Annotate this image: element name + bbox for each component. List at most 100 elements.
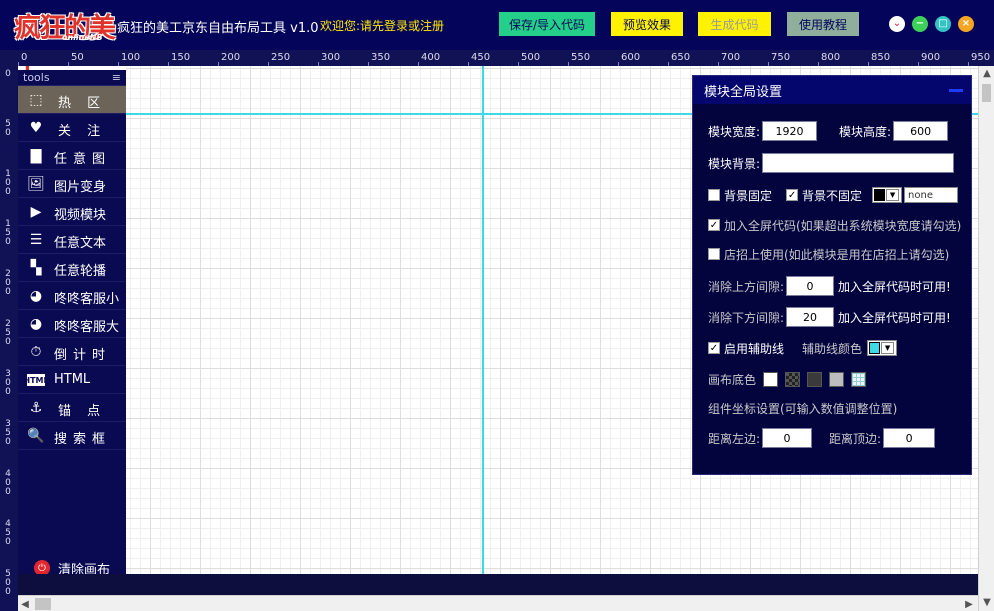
tool-item[interactable]: ◕ 咚咚客服大 xyxy=(18,310,126,338)
remove-top-gap-row: 消除上方间隙: 0 加入全屏代码时可用! xyxy=(708,275,951,297)
maximize-icon[interactable]: □ xyxy=(935,16,951,32)
ruler-tick-label: 950 xyxy=(971,52,991,63)
shop-sign-checkbox[interactable] xyxy=(708,248,720,260)
fullscreen-row: ✓ 加入全屏代码(如果超出系统模块宽度请勾选) xyxy=(708,214,961,236)
coord-row: 距离左边: 0 距离顶边: 0 xyxy=(708,427,936,449)
canvas-bg-swatch-dark[interactable] xyxy=(807,371,823,387)
panel-header: 模块全局设置 xyxy=(693,76,971,104)
width-input[interactable]: 1920 xyxy=(762,121,818,141)
canvas-bg-row: 画布底色 xyxy=(708,368,867,390)
canvas-bg-label: 画布底色 xyxy=(708,372,757,387)
canvas-bottom-bar xyxy=(18,574,978,595)
save-import-code-button[interactable]: 保存/导入代码 xyxy=(499,12,595,36)
guides-row: ✓ 启用辅助线 辅助线颜色 ▼ xyxy=(708,337,899,359)
tool-list: ⬚ 热 区 ♥ 关 注 ▇ 任意图 🖼 图片变身 ▶ 视频模块 ☰ 任意文本 ▚ 任意轮播 ◕ 咚咚客服小 ◕ 咚… xyxy=(18,86,126,450)
canvas-bg-swatch-grid[interactable] xyxy=(851,371,867,387)
html-icon: HTML xyxy=(23,374,49,386)
scroll-down-icon[interactable]: ▼ xyxy=(979,595,994,609)
remove-bottom-gap-input[interactable]: 20 xyxy=(786,307,835,327)
preview-button[interactable]: 预览效果 xyxy=(611,12,683,36)
width-label: 模块宽度: xyxy=(708,124,761,139)
ruler-tick-label: 300 xyxy=(321,52,341,63)
welcome-login-link[interactable]: 欢迎您:请先登录或注册 xyxy=(320,17,444,34)
minimize-icon[interactable]: − xyxy=(912,16,928,32)
anchor-icon: ⚓ xyxy=(29,400,43,416)
vertical-scroll-thumb[interactable] xyxy=(982,84,991,102)
tool-item[interactable]: HTML HTML xyxy=(18,366,126,394)
tool-item[interactable]: ♥ 关 注 xyxy=(18,114,126,142)
chevron-down-icon: ▼ xyxy=(886,189,900,201)
tool-item[interactable]: ▚ 任意轮播 xyxy=(18,254,126,282)
tool-item-label: 视频模块 xyxy=(54,208,107,223)
tool-item-label: 任意轮播 xyxy=(54,264,107,279)
tool-item[interactable]: ▶ 视频模块 xyxy=(18,198,126,226)
background-fixed-row: 背景固定 ✓ 背景不固定 ▼ none xyxy=(708,184,959,206)
chevron-down-icon: ▼ xyxy=(881,342,895,354)
background-row: 模块背景: xyxy=(708,152,955,174)
collapse-icon[interactable]: ≡ xyxy=(112,71,121,84)
canvas-bg-swatch-gray[interactable] xyxy=(829,371,845,387)
tool-item[interactable]: ◕ 咚咚客服小 xyxy=(18,282,126,310)
ruler-tick-label: 550 xyxy=(571,52,591,63)
canvas-bg-swatch-checker[interactable] xyxy=(785,371,801,387)
ruler-tick-label: 350 xyxy=(371,52,391,63)
remove-top-gap-input[interactable]: 0 xyxy=(786,276,835,296)
scroll-up-icon[interactable]: ▲ xyxy=(979,66,994,80)
ruler-tick-label: 50 xyxy=(5,119,11,138)
tool-item[interactable]: ⬚ 热 区 xyxy=(18,86,126,114)
generate-code-button[interactable]: 生成代码 xyxy=(698,12,771,36)
ruler-tick-label: 650 xyxy=(671,52,691,63)
app-window: 疯狂的美工 onlineNB 疯狂的美工京东自由布局工具 v1.0 欢迎您:请先… xyxy=(0,0,994,611)
search-icon: 🔍 xyxy=(27,428,45,444)
tool-item[interactable]: ▇ 任意图 xyxy=(18,142,126,170)
top-input[interactable]: 0 xyxy=(883,428,936,448)
ruler-tick-label: 600 xyxy=(621,52,641,63)
tools-sidebar: tools ≡ ⬚ 热 区 ♥ 关 注 ▇ 任意图 🖼 图片变身 ▶ 视频模块 ☰ 任意文本 ▚ 任意轮播… xyxy=(18,70,126,582)
fullscreen-checkbox[interactable]: ✓ xyxy=(708,219,720,231)
tool-item[interactable]: 🖼 图片变身 xyxy=(18,170,126,198)
remove-top-gap-label: 消除上方间隙: xyxy=(708,279,785,294)
vertical-scrollbar[interactable]: ▲ ▼ xyxy=(978,66,994,611)
tool-item[interactable]: ⚓ 锚 点 xyxy=(18,394,126,422)
height-label: 模块高度: xyxy=(839,124,892,139)
canvas-bg-swatch-white[interactable] xyxy=(763,371,779,387)
scroll-left-icon[interactable]: ◀ xyxy=(18,596,32,611)
ruler-tick-label: 200 xyxy=(5,269,11,297)
tool-item-label: 任意图 xyxy=(54,152,112,167)
bg-unfixed-checkbox[interactable]: ✓ xyxy=(786,189,799,201)
vertical-ruler: 0 50 100 150 200 250 300 350 400 450 500 xyxy=(0,66,18,611)
bg-color-input[interactable]: none xyxy=(904,187,959,203)
tool-item-label: 搜索框 xyxy=(54,432,112,447)
ruler-tick-label: 150 xyxy=(171,52,191,63)
chevron-down-icon[interactable]: ⌄ xyxy=(889,16,905,32)
horizontal-scroll-thumb[interactable] xyxy=(35,598,51,610)
close-icon[interactable]: × xyxy=(958,16,974,32)
tutorial-button[interactable]: 使用教程 xyxy=(787,12,859,36)
ruler-tick-label: 400 xyxy=(421,52,441,63)
bg-fixed-checkbox[interactable] xyxy=(708,189,720,201)
tools-title: tools xyxy=(23,71,50,84)
ruler-tick-label: 350 xyxy=(5,419,11,447)
image-icon: ▇ xyxy=(30,148,42,164)
horizontal-scrollbar[interactable]: ◀ ▶ xyxy=(18,595,978,611)
top-label: 距离顶边: xyxy=(829,431,882,446)
tools-header: tools ≡ xyxy=(18,70,126,86)
background-label: 模块背景: xyxy=(708,156,761,171)
tool-item[interactable]: 🔍 搜索框 xyxy=(18,422,126,450)
tool-item-label: 锚 点 xyxy=(58,404,107,419)
ruler-tick-label: 300 xyxy=(5,369,11,397)
guides-checkbox[interactable]: ✓ xyxy=(708,342,720,354)
title-bar: 疯狂的美工 onlineNB 疯狂的美工京东自由布局工具 v1.0 欢迎您:请先… xyxy=(0,0,994,83)
vertical-guide-line[interactable] xyxy=(482,66,484,574)
collapse-panel-icon[interactable] xyxy=(949,89,963,92)
background-input[interactable] xyxy=(762,153,955,173)
horizontal-ruler: 0 50 100 150 200 250 300 350 400 450 500 550 600 650 7… xyxy=(0,50,994,66)
tool-item[interactable]: ☰ 任意文本 xyxy=(18,226,126,254)
bg-color-picker[interactable]: ▼ xyxy=(872,187,903,203)
tool-item[interactable]: ⏱ 倒计时 xyxy=(18,338,126,366)
guide-color-picker[interactable]: ▼ xyxy=(867,340,898,356)
ruler-tick-label: 450 xyxy=(5,519,11,547)
height-input[interactable]: 600 xyxy=(893,121,949,141)
left-input[interactable]: 0 xyxy=(762,428,813,448)
scroll-right-icon[interactable]: ▶ xyxy=(962,596,976,611)
